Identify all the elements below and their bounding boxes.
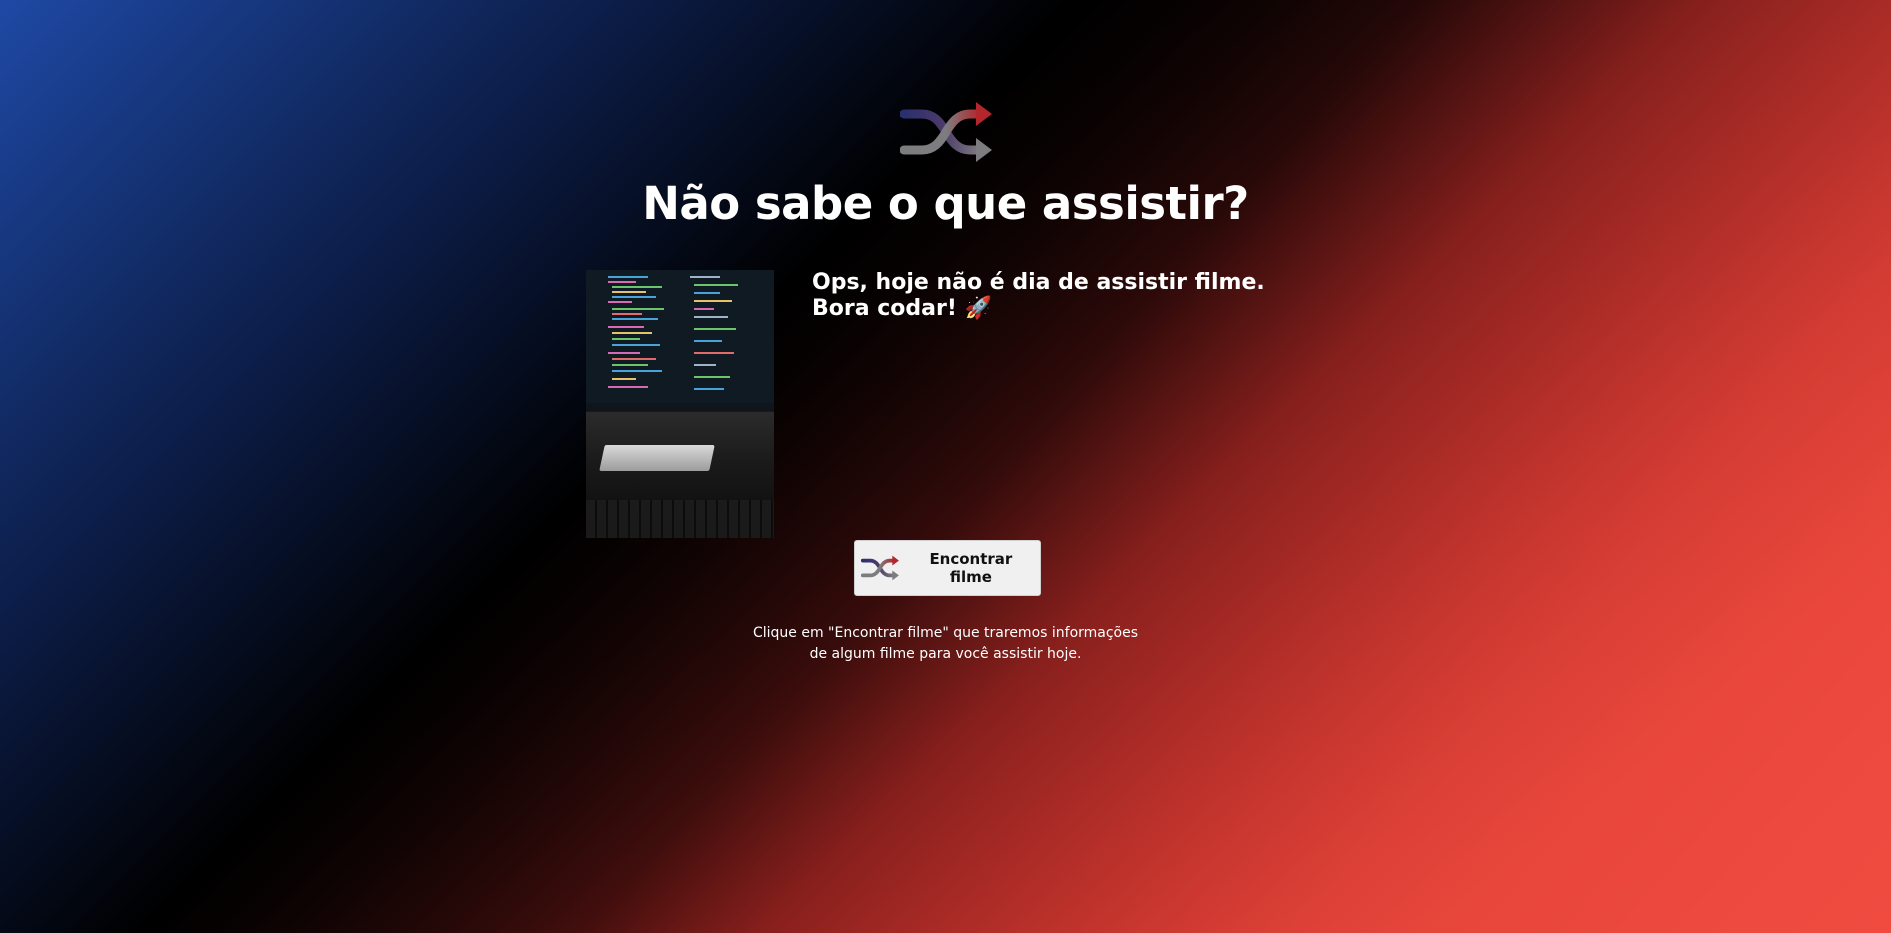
app-container: Não sabe o que assistir? Ops, hoje não é… [0,0,1891,933]
page-title: Não sabe o que assistir? [642,177,1249,230]
shuffle-icon [861,555,899,581]
shuffle-icon [900,102,992,162]
hint-text: Clique em "Encontrar filme" que traremos… [0,623,1891,665]
find-movie-button[interactable]: Encontrar filme [854,540,1041,596]
notebook [599,445,715,471]
movie-poster [586,270,774,538]
hint-line-1: Clique em "Encontrar filme" que traremos… [752,625,1139,641]
keyboard [586,500,774,538]
hint-line-2: de algum filme para você assistir hoje. [809,646,1082,662]
monitor-screen [586,270,774,412]
find-movie-label: Encontrar filme [929,550,1013,586]
movie-card: Ops, hoje não é dia de assistir filme. B… [586,270,1306,538]
movie-message: Ops, hoje não é dia de assistir filme. B… [812,270,1265,321]
